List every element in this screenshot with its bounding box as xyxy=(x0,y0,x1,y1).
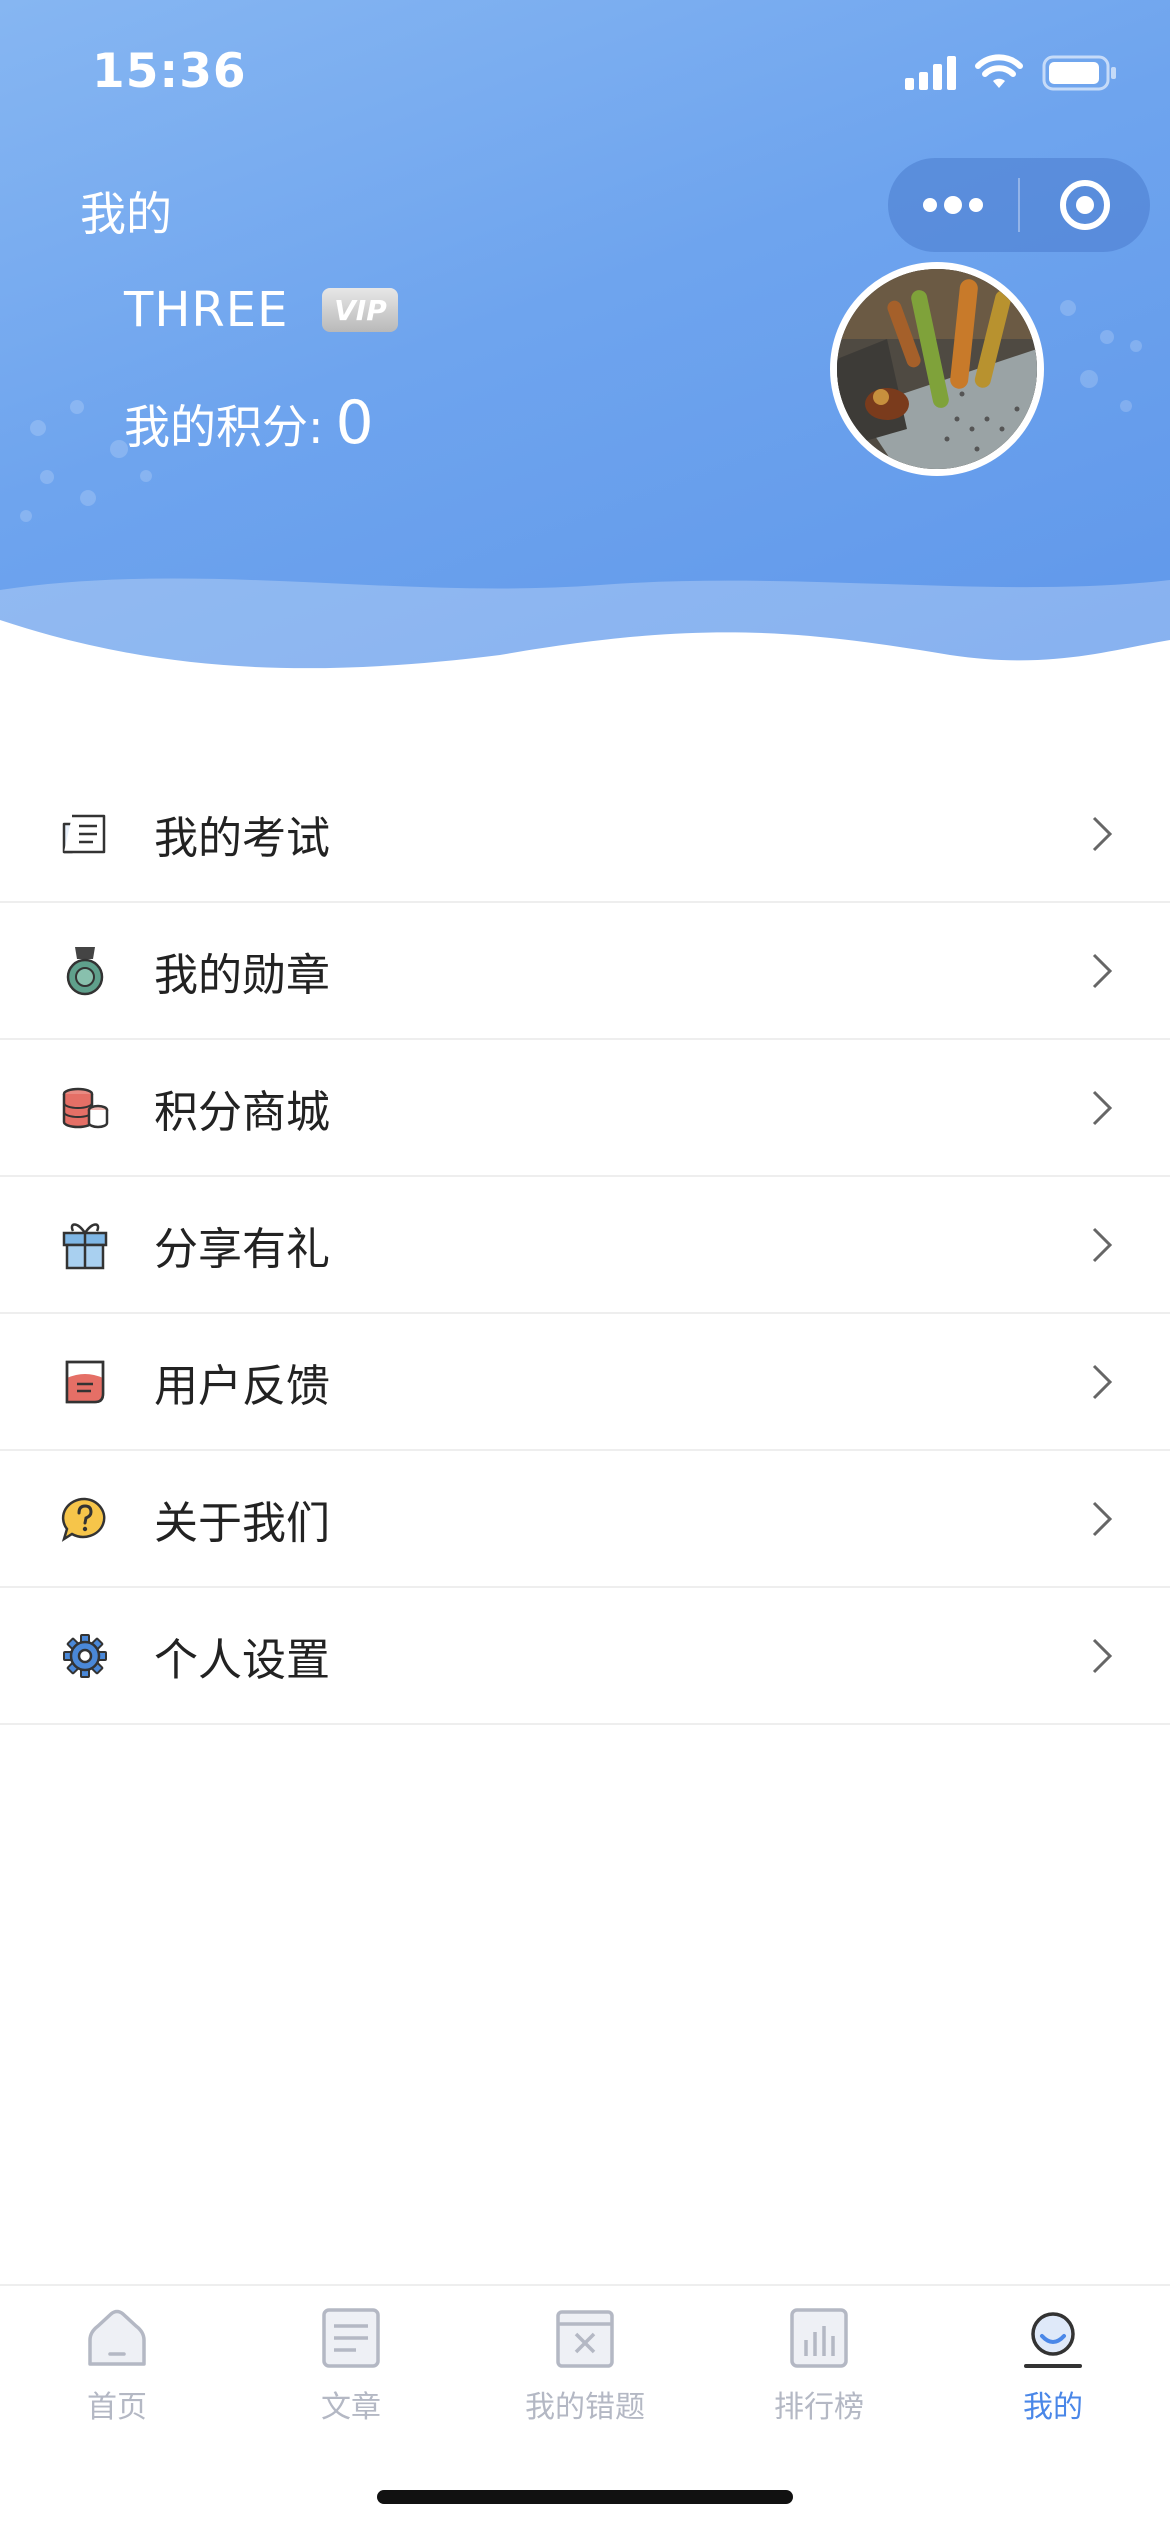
wifi-icon xyxy=(975,54,1023,88)
close-mini-program-button[interactable] xyxy=(1020,158,1150,252)
menu-item-user-feedback[interactable]: 用户反馈 xyxy=(0,1314,1170,1451)
points-label: 我的积分: xyxy=(124,400,324,454)
decor-dot xyxy=(1060,300,1076,316)
decor-dot xyxy=(40,470,54,484)
chevron-right-icon xyxy=(1092,1364,1113,1399)
menu-item-label: 分享有礼 xyxy=(154,1223,330,1275)
menu-item-points-mall[interactable]: 积分商城 xyxy=(0,1040,1170,1177)
feedback-icon xyxy=(60,1357,110,1407)
avatar[interactable] xyxy=(830,262,1044,476)
tab-profile[interactable]: 我的 xyxy=(936,2306,1170,2436)
menu-item-label: 我的考试 xyxy=(154,812,330,864)
decor-dot xyxy=(30,420,46,436)
profile-page: 15:36 我的 THREE VIP 我的积分: 0 我的考试 我的勋章 积分商… xyxy=(0,0,1170,2532)
menu-item-label: 我的勋章 xyxy=(154,949,330,1001)
tab-label: 首页 xyxy=(87,2390,147,2425)
menu-item-share-gift[interactable]: 分享有礼 xyxy=(0,1177,1170,1314)
home-indicator[interactable] xyxy=(377,2490,793,2504)
decor-dot xyxy=(20,510,32,522)
article-icon xyxy=(322,2308,380,2368)
tab-label: 我的 xyxy=(1023,2390,1083,2425)
decor-dot xyxy=(1120,400,1132,412)
user-info-row: THREE VIP xyxy=(124,282,399,338)
points-row: 我的积分: 0 xyxy=(124,388,374,458)
tab-wrong-questions[interactable]: 我的错题 xyxy=(468,2306,702,2436)
home-icon xyxy=(88,2309,146,2366)
tab-label: 文章 xyxy=(321,2390,381,2425)
chevron-right-icon xyxy=(1092,953,1113,988)
tab-label: 排行榜 xyxy=(774,2390,864,2425)
menu-item-label: 积分商城 xyxy=(154,1086,330,1138)
header-wave xyxy=(0,578,1170,700)
menu-item-personal-settings[interactable]: 个人设置 xyxy=(0,1588,1170,1725)
decor-dot xyxy=(140,470,152,482)
more-button[interactable] xyxy=(888,158,1018,252)
leaderboard-icon xyxy=(790,2308,848,2368)
vip-badge: VIP xyxy=(322,288,399,332)
tab-articles[interactable]: 文章 xyxy=(234,2306,468,2436)
chevron-right-icon xyxy=(1092,1090,1113,1125)
decor-dot xyxy=(1080,370,1098,388)
exam-doc-icon xyxy=(60,809,110,859)
chevron-right-icon xyxy=(1092,1638,1113,1673)
wrong-questions-icon xyxy=(556,2310,614,2368)
profile-header: 15:36 我的 THREE VIP 我的积分: 0 xyxy=(0,0,1170,700)
status-time: 15:36 xyxy=(92,44,247,99)
coins-icon xyxy=(60,1083,110,1133)
decor-dot xyxy=(70,400,84,414)
decor-dot xyxy=(80,490,96,506)
mini-program-capsule xyxy=(888,158,1150,252)
points-value: 0 xyxy=(335,388,374,458)
gift-icon xyxy=(60,1220,110,1270)
profile-icon xyxy=(1024,2312,1082,2368)
menu-item-my-exams[interactable]: 我的考试 xyxy=(0,766,1170,903)
medal-icon xyxy=(60,946,110,996)
signal-icon xyxy=(905,56,956,90)
menu-item-label: 个人设置 xyxy=(154,1634,330,1686)
status-icons xyxy=(905,50,1118,96)
gear-icon xyxy=(60,1631,110,1681)
decor-dot xyxy=(1100,330,1114,344)
chevron-right-icon xyxy=(1092,816,1113,851)
username: THREE xyxy=(124,282,289,338)
menu-item-label: 用户反馈 xyxy=(154,1360,330,1412)
chevron-right-icon xyxy=(1092,1227,1113,1262)
help-bubble-icon xyxy=(60,1494,110,1544)
more-dots-icon xyxy=(923,196,983,214)
tab-leaderboard[interactable]: 排行榜 xyxy=(702,2306,936,2436)
menu-item-my-medals[interactable]: 我的勋章 xyxy=(0,903,1170,1040)
tab-label: 我的错题 xyxy=(525,2390,645,2425)
menu-list: 我的考试 我的勋章 积分商城 分享有礼 用户反馈 关于我们 个人设置 xyxy=(0,766,1170,1725)
chevron-right-icon xyxy=(1092,1501,1113,1536)
battery-icon xyxy=(1042,55,1116,91)
avatar-photo xyxy=(837,269,1037,469)
tab-home[interactable]: 首页 xyxy=(0,2306,234,2436)
close-target-icon xyxy=(1060,180,1110,230)
menu-item-label: 关于我们 xyxy=(154,1497,330,1549)
menu-item-about-us[interactable]: 关于我们 xyxy=(0,1451,1170,1588)
decor-dot xyxy=(1130,340,1142,352)
page-title: 我的 xyxy=(80,187,172,241)
